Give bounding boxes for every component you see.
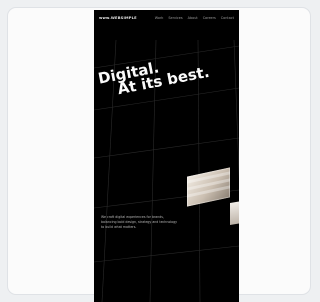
nav-item-about[interactable]: About — [188, 16, 198, 20]
site-logo[interactable]: www.WEBSIMPLE — [99, 16, 137, 20]
nav-item-work[interactable]: Work — [155, 16, 164, 20]
website-preview: www.WEBSIMPLE Work Services About Career… — [94, 10, 239, 302]
nav-item-contact[interactable]: Contact — [221, 16, 234, 20]
nav-item-careers[interactable]: Careers — [203, 16, 216, 20]
site-header: www.WEBSIMPLE Work Services About Career… — [94, 10, 239, 26]
hero-description: We craft digital experiences for brands,… — [101, 215, 178, 230]
metal-plate-graphic-small — [230, 200, 239, 226]
nav-menu: Work Services About Careers Contact — [155, 16, 234, 20]
nav-item-services[interactable]: Services — [168, 16, 182, 20]
